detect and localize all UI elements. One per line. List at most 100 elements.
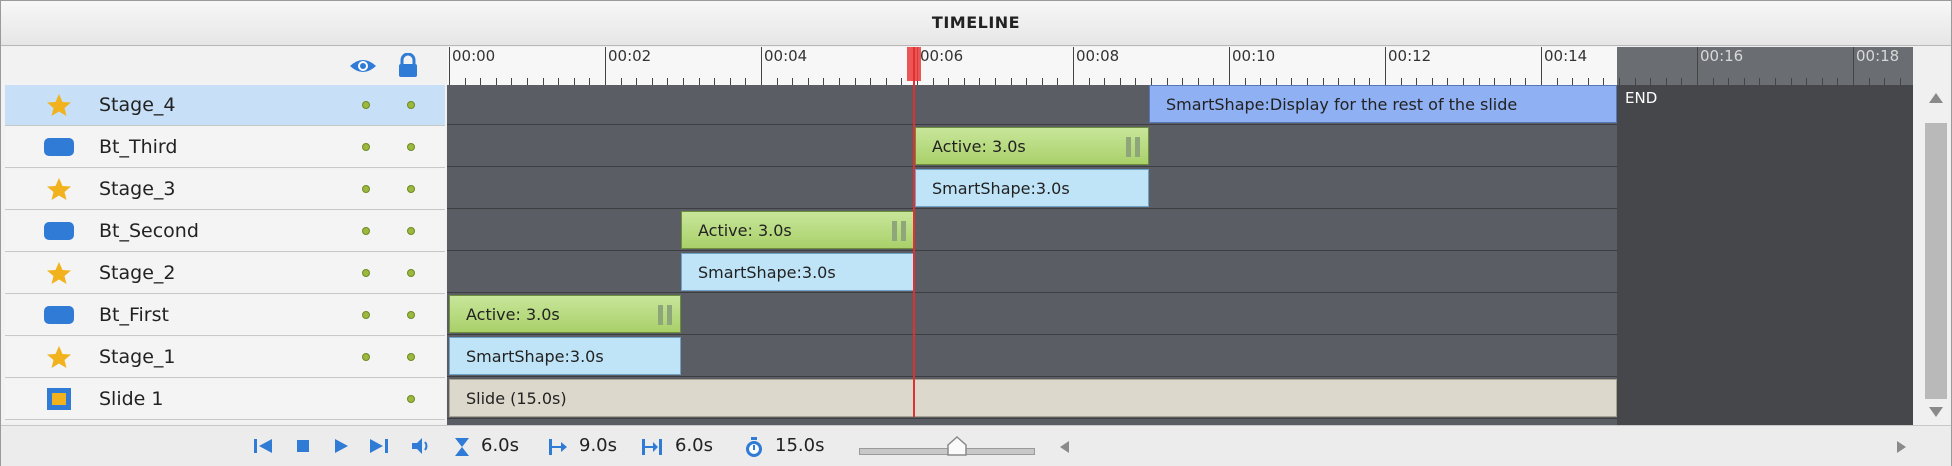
ruler-tick xyxy=(1041,78,1043,85)
lock-dot[interactable] xyxy=(407,395,415,403)
visibility-dot[interactable] xyxy=(362,227,370,235)
lock-dot[interactable] xyxy=(407,185,415,193)
ruler-tick xyxy=(1447,78,1449,85)
track-stage-2: SmartShape:3.0s xyxy=(447,253,1617,293)
scroll-up-icon[interactable] xyxy=(1927,91,1945,105)
ruler-label: 00:14 xyxy=(1544,47,1588,65)
star-icon xyxy=(43,177,75,201)
audio-icon[interactable] xyxy=(409,434,433,458)
scroll-left-icon[interactable] xyxy=(1057,439,1071,455)
ruler-tick xyxy=(1853,47,1854,85)
lock-icon[interactable] xyxy=(393,52,423,79)
play-icon[interactable] xyxy=(329,434,353,458)
track-bt-first: Active: 3.0s xyxy=(447,295,1617,335)
track-bt-third: Active: 3.0s xyxy=(447,127,1617,167)
lock-dot[interactable] xyxy=(407,311,415,319)
lock-dot[interactable] xyxy=(407,143,415,151)
lock-dot[interactable] xyxy=(407,353,415,361)
scroll-down-icon[interactable] xyxy=(1927,405,1945,419)
lock-dot[interactable] xyxy=(407,227,415,235)
ruler-tick xyxy=(1400,78,1402,85)
end-zone xyxy=(1617,85,1913,425)
ruler-tick xyxy=(558,78,560,85)
ruler-tick xyxy=(1868,78,1870,85)
track-slide-1: Slide (15.0s) xyxy=(447,379,1617,419)
ruler-tick xyxy=(1665,78,1667,85)
ruler-tick xyxy=(1213,78,1215,85)
layer-row-bt-third[interactable]: Bt_Third xyxy=(5,127,445,168)
ruler-tick xyxy=(1494,78,1496,85)
ruler-tick xyxy=(1010,78,1012,85)
timeline-item-stage-2[interactable]: SmartShape:3.0s xyxy=(681,253,915,291)
button-icon xyxy=(43,135,75,159)
ruler-tick xyxy=(1244,78,1246,85)
ruler-tick xyxy=(480,78,482,85)
rewind-icon[interactable] xyxy=(251,434,275,458)
layer-row-bt-first[interactable]: Bt_First xyxy=(5,295,445,336)
layer-row-slide-1[interactable]: Slide 1 xyxy=(5,379,445,420)
visibility-dot[interactable] xyxy=(362,269,370,277)
visibility-dot[interactable] xyxy=(362,311,370,319)
timeline-item-slide[interactable]: Slide (15.0s) xyxy=(449,379,1617,417)
stop-icon[interactable] xyxy=(291,434,315,458)
layer-row-stage-4[interactable]: Stage_4 xyxy=(5,85,445,126)
ruler-tick xyxy=(573,78,575,85)
forward-end-icon[interactable] xyxy=(367,434,391,458)
ruler-tick xyxy=(1509,78,1511,85)
layer-row-stage-2[interactable]: Stage_2 xyxy=(5,253,445,294)
star-icon xyxy=(43,93,75,117)
layer-label: Bt_Second xyxy=(99,220,199,242)
track-stage-3: SmartShape:3.0s xyxy=(447,169,1617,209)
track-stage-4: SmartShape:Display for the rest of the s… xyxy=(447,85,1617,125)
ruler-tick xyxy=(1197,78,1199,85)
duration: 6.0s xyxy=(675,435,714,456)
ruler-tick xyxy=(1650,78,1652,85)
layer-row-stage-1[interactable]: Stage_1 xyxy=(5,337,445,378)
timeline-item-bt-third[interactable]: Active: 3.0s xyxy=(915,127,1149,165)
button-icon xyxy=(43,219,75,243)
ruler-label: 00:16 xyxy=(1700,47,1744,65)
zoom-slider-thumb[interactable] xyxy=(947,435,967,456)
ruler-tick xyxy=(464,78,466,85)
ruler-label: 00:06 xyxy=(920,47,964,65)
ruler-tick xyxy=(1073,47,1074,85)
ruler-tick xyxy=(714,78,716,85)
scroll-right-icon[interactable] xyxy=(1895,439,1909,455)
ruler-tick xyxy=(885,78,887,85)
ruler-tick xyxy=(589,78,591,85)
ruler-tick xyxy=(698,78,700,85)
ruler-tick xyxy=(1463,78,1464,85)
visibility-dot[interactable] xyxy=(362,185,370,193)
ruler-tick xyxy=(1790,78,1792,85)
eye-icon[interactable] xyxy=(348,53,378,79)
ruler-label: 00:04 xyxy=(764,47,808,65)
ruler-tick xyxy=(1478,78,1480,85)
scrollbar-thumb[interactable] xyxy=(1925,123,1947,399)
vertical-scrollbar[interactable] xyxy=(1913,85,1949,425)
end-label: END xyxy=(1625,89,1658,107)
timeline-item-stage-3[interactable]: SmartShape:3.0s xyxy=(915,169,1149,207)
timeline-item-bt-first[interactable]: Active: 3.0s xyxy=(449,295,681,333)
ruler-tick xyxy=(932,78,934,85)
playhead[interactable] xyxy=(913,47,915,417)
ruler-tick xyxy=(495,78,497,85)
ruler-tick xyxy=(1619,78,1620,85)
time-ruler[interactable]: 00:00 00:02 00:04 00:06 00:08 00:10 00:1… xyxy=(447,47,1913,85)
slide-icon xyxy=(43,387,75,411)
timeline-item-bt-second[interactable]: Active: 3.0s xyxy=(681,211,915,249)
visibility-dot[interactable] xyxy=(362,143,370,151)
layer-row-bt-second[interactable]: Bt_Second xyxy=(5,211,445,252)
ruler-tick xyxy=(683,78,684,85)
ruler-tick xyxy=(839,78,840,85)
layer-row-stage-3[interactable]: Stage_3 xyxy=(5,169,445,210)
lock-dot[interactable] xyxy=(407,101,415,109)
visibility-dot[interactable] xyxy=(362,353,370,361)
timeline-item-stage-1[interactable]: SmartShape:3.0s xyxy=(449,337,681,375)
ruler-tick xyxy=(1307,78,1308,85)
item-label: Active: 3.0s xyxy=(466,305,560,324)
timeline-item-stage-4[interactable]: SmartShape:Display for the rest of the s… xyxy=(1149,85,1617,123)
visibility-dot[interactable] xyxy=(362,101,370,109)
lock-dot[interactable] xyxy=(407,269,415,277)
ruler-tick xyxy=(1556,78,1558,85)
ruler-label: 00:18 xyxy=(1856,47,1900,65)
